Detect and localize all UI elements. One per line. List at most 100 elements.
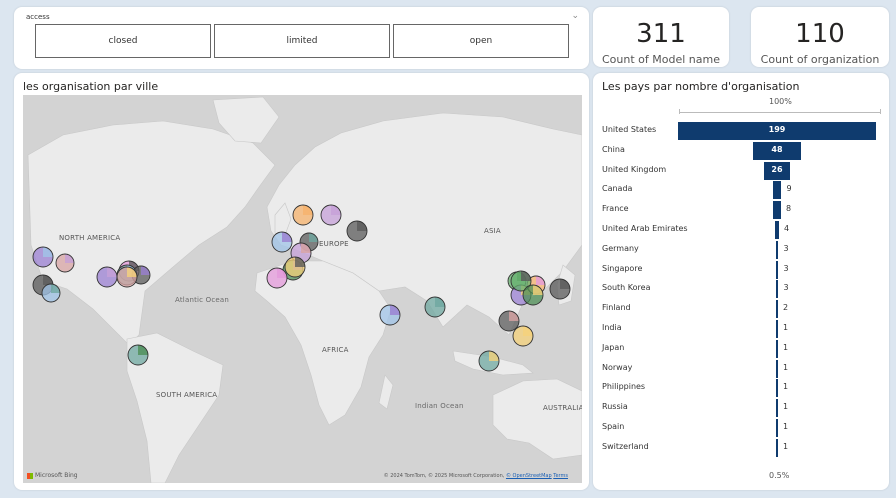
city-bubble[interactable] [96,266,118,288]
funnel-value-label: 1 [783,323,789,332]
landmass-madagascar [378,374,394,410]
openstreetmap-link[interactable]: © OpenStreetMap [506,473,552,479]
funnel-row[interactable]: Spain 1 [593,418,889,438]
funnel-value-label: 4 [783,224,790,233]
funnel-bar[interactable] [775,221,779,239]
map-label-atlantic-ocean: Atlantic Ocean [175,296,230,304]
city-bubble[interactable] [32,246,54,268]
city-bubble[interactable] [292,204,314,226]
access-slicer: access ⌄ closed limited open [14,7,589,69]
funnel-bar[interactable] [776,359,778,378]
funnel-row[interactable]: Canada 9 [593,180,889,200]
funnel-country-label: Russia [602,402,628,412]
city-bubble[interactable] [522,284,544,306]
funnel-value-label: 1 [783,362,789,372]
funnel-country-label: Canada [602,184,633,194]
city-bubble[interactable] [549,278,571,300]
slicer-title: access [26,13,50,21]
funnel-value-label: 48 [771,144,783,154]
city-bubble[interactable] [127,344,149,366]
funnel-bar[interactable] [776,399,778,418]
funnel-bar[interactable] [776,379,778,398]
funnel-row[interactable]: United States 199 [593,121,889,141]
funnel-value-label: 2 [783,303,789,313]
slicer-option-limited[interactable]: limited [214,24,390,58]
funnel-row[interactable]: Germany 3 [593,240,889,260]
funnel-bar[interactable] [775,260,779,279]
funnel-visual: Les pays par nombre d'organisation 100% … [593,73,889,490]
funnel-row[interactable]: Norway 1 [593,359,889,379]
map-label-asia: ASIA [484,227,501,235]
slicer-option-open[interactable]: open [393,24,569,58]
funnel-country-label: Switzerland [602,441,649,451]
funnel-row[interactable]: Switzerland 1 [593,438,889,458]
funnel-country-label: Singapore [602,263,643,273]
city-bubble[interactable] [55,253,75,273]
funnel-row[interactable]: Japan 1 [593,339,889,359]
funnel-top-percent: 100% [769,97,792,106]
funnel-value-label: 1 [783,441,789,451]
kpi-value: 311 [636,19,686,49]
funnel-row[interactable]: India 1 [593,319,889,339]
city-bubble[interactable] [116,266,138,288]
kpi-card-organization-count: 110 Count of organization [751,7,889,67]
terms-link[interactable]: Terms [553,473,568,479]
map-canvas [27,96,582,483]
funnel-country-label: United States [602,125,657,134]
map-title: les organisation par ville [23,80,159,93]
chevron-down-icon[interactable]: ⌄ [571,11,579,21]
funnel-row[interactable]: France 8 [593,200,889,220]
funnel-row[interactable]: United Arab Emirates 4 [593,220,889,240]
funnel-row[interactable]: Philippines 1 [593,378,889,398]
landmass-australia [492,378,582,460]
funnel-row[interactable]: Finland 2 [593,299,889,319]
funnel-country-label: United Arab Emirates [602,224,688,233]
funnel-bar[interactable] [772,181,782,200]
funnel-row[interactable]: Singapore 3 [593,260,889,280]
city-bubble[interactable] [41,283,61,303]
funnel-bar[interactable] [776,300,778,319]
funnel-value-label: 3 [783,263,789,273]
funnel-axis-line [679,109,881,114]
map-label-europe: EUROPE [319,240,349,248]
funnel-bar[interactable] [773,201,781,220]
slicer-option-closed[interactable]: closed [35,24,211,58]
funnel-country-label: Spain [602,422,625,431]
funnel-country-label: Japan [602,342,625,352]
kpi-card-model-count: 311 Count of Model name [593,7,729,67]
map-attribution: © 2024 TomTom, © 2025 Microsoft Corporat… [383,473,568,479]
funnel-country-label: China [602,144,625,154]
world-map[interactable]: NORTH AMERICA EUROPE ASIA Atlantic Ocean… [23,95,582,483]
kpi-label: Count of Model name [602,53,720,66]
city-bubble[interactable] [379,304,401,326]
city-bubble[interactable] [346,220,368,242]
funnel-bar[interactable] [776,438,778,457]
funnel-bar[interactable] [776,339,778,358]
funnel-country-label: South Korea [602,283,651,293]
city-bubble[interactable] [320,204,342,226]
map-label-africa: AFRICA [322,346,349,354]
funnel-row[interactable]: China 48 [593,141,889,161]
funnel-value-label: 1 [783,382,789,392]
funnel-value-label: 1 [783,422,789,431]
map-label-south-america: SOUTH AMERICA [156,391,218,399]
city-bubble[interactable] [478,350,500,372]
city-bubble[interactable] [284,256,306,278]
funnel-bar[interactable] [775,280,779,299]
funnel-row[interactable]: Russia 1 [593,398,889,418]
funnel-value-label: 26 [771,164,783,174]
funnel-value-label: 8 [785,204,792,214]
kpi-value: 110 [795,19,845,49]
funnel-row[interactable]: United Kingdom 26 [593,161,889,181]
city-bubble[interactable] [512,325,534,347]
bing-logo: Microsoft Bing [27,472,78,479]
funnel-country-label: Finland [602,303,631,313]
city-bubble[interactable] [424,296,446,318]
funnel-country-label: India [602,323,622,332]
funnel-row[interactable]: South Korea 3 [593,279,889,299]
funnel-bar[interactable] [776,320,778,338]
map-label-indian-ocean: Indian Ocean [415,402,464,410]
funnel-bar[interactable] [776,419,778,437]
funnel-title: Les pays par nombre d'organisation [602,80,800,93]
funnel-bar[interactable] [775,240,779,259]
